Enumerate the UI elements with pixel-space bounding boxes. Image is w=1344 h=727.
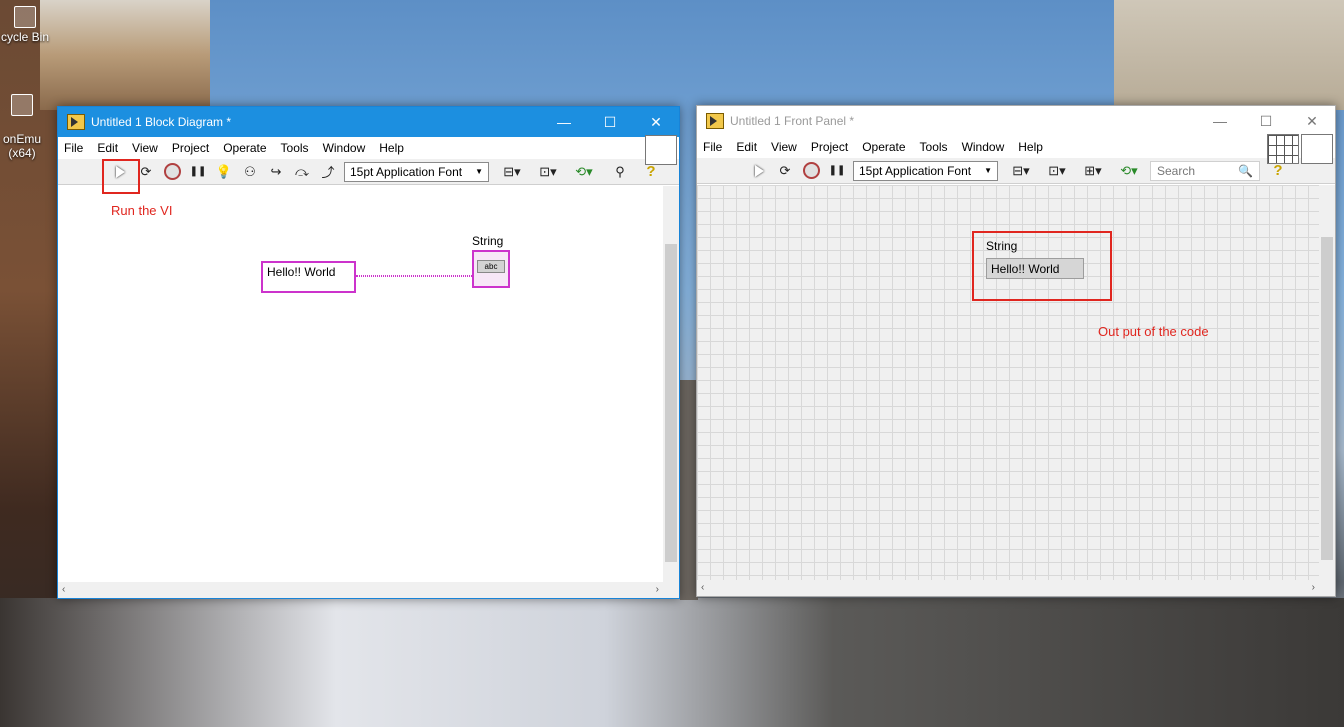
front-panel-horizontal-scrollbar[interactable]: ‹ › xyxy=(697,580,1335,596)
run-arrow-icon[interactable] xyxy=(749,161,769,181)
menu-file[interactable]: File xyxy=(64,141,83,155)
menu-edit[interactable]: Edit xyxy=(97,141,118,155)
abort-execution-icon[interactable] xyxy=(162,162,182,182)
search-input[interactable]: Search 🔍 xyxy=(1150,160,1260,181)
align-objects-icon[interactable]: ⊟▾ xyxy=(1006,161,1036,181)
string-indicator-label: String xyxy=(986,239,1018,253)
search-icon[interactable]: 🔍 xyxy=(1238,164,1253,178)
close-icon[interactable]: ✕ xyxy=(633,107,679,137)
string-indicator: Hello!! World xyxy=(986,258,1084,279)
menu-view[interactable]: View xyxy=(132,141,158,155)
highlight-execution-bulb-icon[interactable]: 💡 xyxy=(214,162,234,182)
front-panel-menubar: File Edit View Project Operate Tools Win… xyxy=(697,136,1335,158)
front-panel-window: Untitled 1 Front Panel * — ☐ ✕ File Edit… xyxy=(696,105,1336,597)
string-indicator-terminal[interactable]: abc xyxy=(472,250,510,288)
vi-icon-connector[interactable] xyxy=(645,135,677,165)
maximize-icon[interactable]: ☐ xyxy=(587,107,633,137)
pause-icon[interactable] xyxy=(827,161,847,181)
search-placeholder: Search xyxy=(1157,163,1196,178)
front-panel-toolbar: ⟳ 15pt Application Font ▼ ⊟▾ ⊡▾ ⊞▾ ⟲▾ Se… xyxy=(697,134,1335,184)
block-diagram-toolbar: ⟳ 💡 ⚇ ↪ ⤼ ⤴ 15pt Application Font ▼ ⊟▾ ⊡… xyxy=(58,135,679,185)
front-panel-vertical-scrollbar[interactable] xyxy=(1319,185,1335,580)
minimize-icon[interactable]: — xyxy=(1197,106,1243,136)
distribute-objects-icon[interactable]: ⊡▾ xyxy=(533,162,563,182)
font-select[interactable]: 15pt Application Font ▼ xyxy=(853,160,998,181)
connector-pane-icon[interactable] xyxy=(1267,134,1299,164)
string-indicator-value: Hello!! World xyxy=(991,262,1060,276)
font-select[interactable]: 15pt Application Font ▼ xyxy=(344,161,489,182)
run-highlight-box xyxy=(102,159,140,194)
front-panel-canvas[interactable]: String Hello!! World Out put of the code xyxy=(697,185,1319,580)
block-diagram-titlebar[interactable]: Untitled 1 Block Diagram * — ☐ ✕ xyxy=(58,107,679,137)
block-diagram-vertical-scrollbar[interactable] xyxy=(663,186,679,582)
output-annotation: Out put of the code xyxy=(1098,324,1209,339)
menu-project[interactable]: Project xyxy=(172,141,209,155)
vertical-scroll-thumb[interactable] xyxy=(665,244,677,562)
desktop-wallpaper-building xyxy=(40,0,210,110)
emulator-desktop-icon[interactable]: onEmu (x64) xyxy=(0,80,44,160)
block-diagram-title: Untitled 1 Block Diagram * xyxy=(91,115,232,129)
run-annotation: Run the VI xyxy=(111,203,173,218)
font-select-value: 15pt Application Font xyxy=(350,164,463,179)
vi-icon[interactable] xyxy=(1301,134,1333,164)
emulator-app-icon xyxy=(11,94,33,116)
recycle-bin-label: cycle Bin xyxy=(0,30,50,44)
block-diagram-window: Untitled 1 Block Diagram * — ☐ ✕ File Ed… xyxy=(57,106,680,599)
run-continuously-icon[interactable]: ⟳ xyxy=(775,161,795,181)
labview-app-icon xyxy=(706,113,724,129)
block-diagram-canvas[interactable]: Run the VI Hello!! World String abc xyxy=(58,159,663,582)
close-icon[interactable]: ✕ xyxy=(1289,106,1335,136)
menu-operate[interactable]: Operate xyxy=(862,140,905,154)
reorder-icon[interactable]: ⟲▾ xyxy=(1114,161,1144,181)
step-over-icon[interactable]: ⤼ xyxy=(292,162,312,182)
minimize-icon[interactable]: — xyxy=(541,107,587,137)
indicator-label: String xyxy=(472,234,504,248)
retain-wire-values-icon[interactable]: ⚇ xyxy=(240,162,260,182)
vertical-scroll-thumb[interactable] xyxy=(1321,237,1333,560)
distribute-objects-icon[interactable]: ⊡▾ xyxy=(1042,161,1072,181)
chevron-down-icon: ▼ xyxy=(984,166,992,175)
scroll-left-icon[interactable]: ‹ xyxy=(701,582,704,593)
desktop-wallpaper-street xyxy=(0,598,1344,727)
chevron-down-icon: ▼ xyxy=(475,167,483,176)
menu-project[interactable]: Project xyxy=(811,140,848,154)
menu-tools[interactable]: Tools xyxy=(281,141,309,155)
scroll-right-icon[interactable]: › xyxy=(1312,582,1315,593)
front-panel-title: Untitled 1 Front Panel * xyxy=(730,114,855,128)
block-diagram-menubar: File Edit View Project Operate Tools Win… xyxy=(58,137,679,159)
menu-view[interactable]: View xyxy=(771,140,797,154)
block-diagram-horizontal-scrollbar[interactable]: ‹ › xyxy=(58,582,679,598)
menu-file[interactable]: File xyxy=(703,140,722,154)
front-panel-titlebar[interactable]: Untitled 1 Front Panel * — ☐ ✕ xyxy=(697,106,1335,136)
menu-window[interactable]: Window xyxy=(962,140,1005,154)
recycle-bin-icon xyxy=(14,6,36,28)
pause-icon[interactable] xyxy=(188,162,208,182)
maximize-icon[interactable]: ☐ xyxy=(1243,106,1289,136)
scroll-left-icon[interactable]: ‹ xyxy=(62,584,65,595)
terminal-type-label: abc xyxy=(477,260,505,273)
string-constant-value: Hello!! World xyxy=(267,265,336,279)
scroll-right-icon[interactable]: › xyxy=(656,584,659,595)
step-out-icon[interactable]: ⤴ xyxy=(318,162,338,182)
clean-up-diagram-icon[interactable]: ⚲ xyxy=(605,162,635,182)
recycle-bin-desktop-icon[interactable]: cycle Bin xyxy=(0,6,50,44)
font-select-value: 15pt Application Font xyxy=(859,163,972,178)
string-wire[interactable] xyxy=(356,275,472,277)
step-into-icon[interactable]: ↪ xyxy=(266,162,286,182)
desktop-wallpaper-right xyxy=(1114,0,1344,110)
align-objects-icon[interactable]: ⊟▾ xyxy=(497,162,527,182)
string-constant[interactable]: Hello!! World xyxy=(261,261,356,293)
reorder-icon[interactable]: ⟲▾ xyxy=(569,162,599,182)
abort-execution-icon[interactable] xyxy=(801,161,821,181)
menu-edit[interactable]: Edit xyxy=(736,140,757,154)
emulator-label: onEmu (x64) xyxy=(2,132,42,160)
menu-help[interactable]: Help xyxy=(1018,140,1043,154)
menu-help[interactable]: Help xyxy=(379,141,404,155)
labview-app-icon xyxy=(67,114,85,130)
menu-operate[interactable]: Operate xyxy=(223,141,266,155)
menu-tools[interactable]: Tools xyxy=(920,140,948,154)
resize-objects-icon[interactable]: ⊞▾ xyxy=(1078,161,1108,181)
menu-window[interactable]: Window xyxy=(323,141,366,155)
